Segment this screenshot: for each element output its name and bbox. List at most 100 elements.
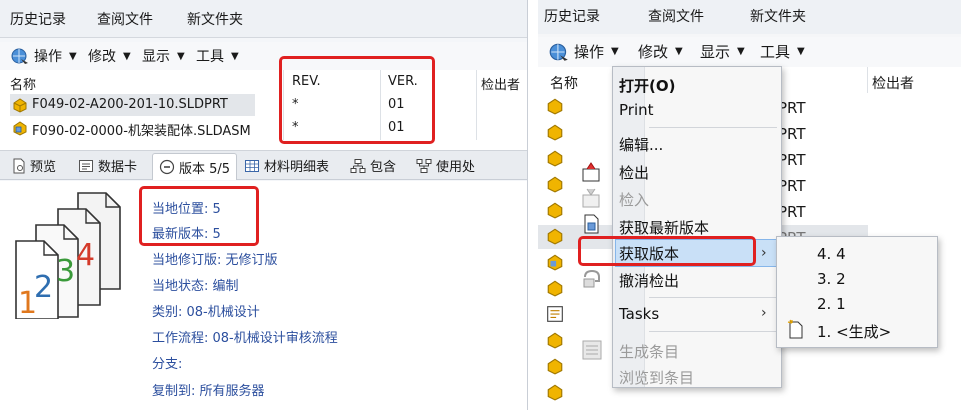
operations-menu[interactable]: 操作 ▼ [10, 46, 77, 66]
list-item[interactable] [546, 279, 564, 301]
list-item[interactable] [546, 331, 564, 353]
menu-view-file[interactable]: 查阅文件 [97, 9, 153, 29]
tools-label: 工具 [760, 43, 791, 61]
tab-contains-label: 包含 [370, 160, 397, 175]
list-item[interactable] [546, 201, 564, 223]
menu-new-folder[interactable]: 新文件夹 [750, 6, 806, 26]
col-header-name[interactable]: 名称 [550, 73, 578, 93]
branch-text: 分支: [152, 357, 183, 372]
list-item[interactable] [546, 383, 564, 405]
menu-item-print[interactable]: Print [619, 101, 654, 119]
modify-menu[interactable]: 修改 ▼ [88, 46, 131, 66]
menu-item-open[interactable]: 打开(O) [619, 75, 675, 96]
tab-preview-label: 预览 [30, 160, 57, 175]
menu-view-file[interactable]: 查阅文件 [648, 6, 704, 26]
display-menu[interactable]: 显示 ▼ [142, 46, 185, 66]
part-file-icon [547, 384, 563, 401]
part-file-icon [13, 98, 27, 113]
where-used-tree-icon [416, 158, 432, 173]
menu-item-print-label: Print [619, 101, 654, 119]
list-item[interactable] [546, 305, 564, 327]
tab-bom[interactable]: 材料明细表 [244, 156, 329, 175]
menu-item-tasks[interactable]: Tasks [619, 305, 659, 323]
part-file-icon [547, 176, 563, 193]
menu-item-generate-item[interactable]: 生成条目 [619, 341, 679, 362]
menu-item-undo-checkout[interactable]: 撤消检出 [619, 270, 679, 291]
display-menu[interactable]: 显示 ▼ [700, 41, 745, 62]
part-file-icon [547, 332, 563, 349]
table-row[interactable]: F049-02-A200-201-10.SLDPRT * 01 [0, 94, 527, 116]
menu-item-checkout[interactable]: 检出 [619, 162, 649, 183]
menu-item-browse-item-label: 浏览到条目 [619, 369, 695, 387]
operations-dropdown-menu: 打开(O) Print 编辑... 检出 检入 获取最新版本 获取版本 › 撤消… [582, 66, 782, 388]
tab-datacard[interactable]: 数据卡 [78, 156, 137, 175]
tab-preview[interactable]: 预览 [12, 156, 56, 175]
toolbar: 操作 ▼ 修改 ▼ 显示 ▼ 工具 ▼ [538, 37, 961, 67]
tab-where-used[interactable]: 使用处 [416, 156, 475, 175]
bom-table-icon [245, 159, 259, 172]
list-item[interactable] [546, 97, 564, 119]
menu-item-open-label: 打开(O) [619, 77, 676, 95]
detail-tabs: 预览 数据卡 版本 5/5 材料明细表 包含 使用处 [0, 150, 527, 180]
checkin-icon [582, 188, 600, 208]
part-file-icon [547, 124, 563, 141]
menu-item-checkin[interactable]: 检入 [619, 189, 649, 210]
table-row[interactable]: F090-02-0000-机架装配体.SLDASM * 01 [0, 117, 527, 139]
version-icon [159, 159, 175, 175]
stack-number-4: 4 [76, 238, 95, 273]
part-file-icon [547, 150, 563, 167]
version-details-pane: 1 2 3 4 当地位置: 5 最新版本: 5 当地修订版: 无修订版 当地状态… [0, 181, 527, 410]
submenu-arrow-icon: › [761, 245, 767, 261]
tab-version[interactable]: 版本 5/5 [152, 153, 238, 180]
menu-new-folder[interactable]: 新文件夹 [187, 9, 243, 29]
generate-item-icon [582, 340, 602, 360]
col-header-checked-out-by[interactable]: 检出者 [872, 73, 914, 93]
list-item[interactable] [546, 149, 564, 171]
list-item-suffix: PRT [778, 125, 806, 143]
operations-menu[interactable]: 操作 ▼ [548, 41, 619, 62]
tab-contains[interactable]: 包含 [350, 156, 396, 175]
stack-number-3: 3 [56, 254, 75, 289]
list-item[interactable] [546, 357, 564, 379]
submenu-item-version[interactable]: 4. 4 [817, 245, 846, 263]
list-item[interactable] [546, 253, 564, 275]
new-document-icon [787, 319, 803, 339]
menu-item-undo-checkout-label: 撤消检出 [619, 272, 680, 290]
col-header-name[interactable]: 名称 [10, 74, 36, 93]
display-label: 显示 [700, 43, 731, 61]
menu-history[interactable]: 历史记录 [10, 9, 66, 29]
modify-menu[interactable]: 修改 ▼ [638, 41, 683, 62]
list-item-suffix: PRT [778, 203, 806, 221]
menu-separator [649, 331, 777, 332]
menu-item-tasks-label: Tasks [619, 305, 660, 323]
menu-item-edit[interactable]: 编辑... [619, 134, 663, 155]
datacard-icon [79, 159, 93, 172]
tools-menu[interactable]: 工具 ▼ [196, 46, 239, 66]
menu-item-checkout-label: 检出 [619, 164, 650, 182]
chevron-down-icon: ▼ [675, 46, 683, 57]
list-item-suffix: PRT [778, 177, 806, 195]
globe-icon [549, 43, 568, 61]
menu-history[interactable]: 历史记录 [544, 6, 600, 26]
highlight-box-rev-ver [279, 56, 435, 144]
list-item[interactable] [546, 123, 564, 145]
submenu-item-version[interactable]: 1. <生成> [817, 321, 891, 342]
col-header-checked-out-by[interactable]: 检出者 [481, 74, 520, 93]
left-vault-window: 历史记录 查阅文件 新文件夹 操作 ▼ 修改 ▼ 显示 ▼ 工具 ▼ 名称 REV. V… [0, 0, 528, 410]
menu-item-get-latest[interactable]: 获取最新版本 [619, 217, 709, 238]
menu-item-browse-item[interactable]: 浏览到条目 [619, 367, 694, 388]
tab-version-label: 版本 5/5 [179, 161, 231, 177]
part-file-icon [547, 228, 563, 245]
list-item[interactable] [546, 175, 564, 197]
submenu-arrow-icon: › [761, 305, 767, 321]
contains-tree-icon [350, 158, 366, 173]
toolbar: 操作 ▼ 修改 ▼ 显示 ▼ 工具 ▼ [0, 42, 527, 70]
tools-menu[interactable]: 工具 ▼ [760, 41, 805, 62]
submenu-item-version[interactable]: 2. 1 [817, 295, 846, 313]
tools-label: 工具 [196, 49, 224, 65]
part-file-icon [547, 280, 563, 297]
undo-checkout-icon [583, 269, 600, 288]
display-label: 显示 [142, 49, 170, 65]
submenu-item-version[interactable]: 3. 2 [817, 270, 846, 288]
copied-to-text: 复制到: 所有服务器 [152, 384, 265, 399]
